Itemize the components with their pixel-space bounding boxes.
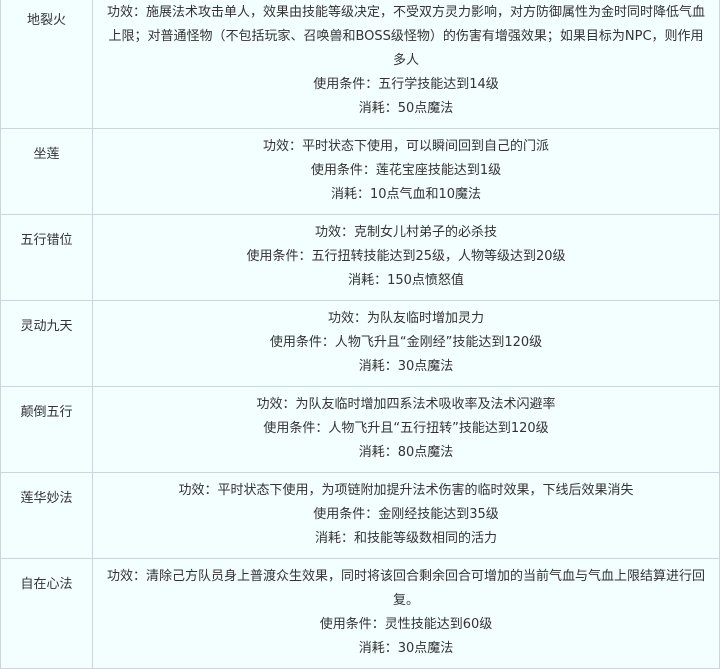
skill-effect: 功效：平时状态下使用，为项链附加提升法术伤害的临时效果，下线后效果消失 (178, 483, 634, 498)
table-row: 坐莲 功效：平时状态下使用，可以瞬间回到自己的门派 使用条件：莲花宝座技能达到1… (0, 128, 720, 215)
skill-description: 功效：平时状态下使用，为项链附加提升法术伤害的临时效果，下线后效果消失 使用条件… (92, 472, 720, 559)
skill-name: 自在心法 (0, 558, 93, 669)
skill-cost: 消耗：80点魔法 (358, 445, 454, 460)
skill-table: 地裂火 功效：施展法术攻击单人，效果由技能等级决定，不受双方灵力影响，对方防御属… (0, 0, 720, 669)
skill-condition: 使用条件：五行扭转技能达到25级，人物等级达到20级 (246, 249, 566, 264)
skill-condition: 使用条件：五行学技能达到14级 (313, 77, 499, 92)
skill-name: 颠倒五行 (0, 386, 93, 473)
skill-description: 功效：克制女儿村弟子的必杀技 使用条件：五行扭转技能达到25级，人物等级达到20… (92, 214, 720, 301)
table-row: 自在心法 功效：清除己方队员身上普渡众生效果，同时将该回合剩余回合可增加的当前气… (0, 558, 720, 669)
skill-condition: 使用条件：灵性技能达到60级 (319, 617, 493, 632)
table-row: 莲华妙法 功效：平时状态下使用，为项链附加提升法术伤害的临时效果，下线后效果消失… (0, 472, 720, 559)
skill-name: 地裂火 (0, 0, 93, 129)
skill-condition: 使用条件：莲花宝座技能达到1级 (310, 163, 502, 178)
skill-effect: 功效：施展法术攻击单人，效果由技能等级决定，不受双方灵力影响，对方防御属性为金时… (106, 5, 705, 68)
table-row: 灵动九天 功效：为队友临时增加灵力 使用条件：人物飞升且“金刚经”技能达到120… (0, 300, 720, 387)
skill-cost: 消耗：和技能等级数相同的活力 (314, 531, 497, 546)
skill-name: 坐莲 (0, 128, 93, 215)
skill-effect: 功效：为队友临时增加四系法术吸收率及法术闪避率 (256, 397, 556, 412)
skill-cost: 消耗：50点魔法 (358, 101, 454, 116)
table-row: 五行错位 功效：克制女儿村弟子的必杀技 使用条件：五行扭转技能达到25级，人物等… (0, 214, 720, 301)
skill-cost: 消耗：150点愤怒值 (348, 273, 464, 288)
skill-cost: 消耗：30点魔法 (358, 359, 454, 374)
skill-description: 功效：平时状态下使用，可以瞬间回到自己的门派 使用条件：莲花宝座技能达到1级 消… (92, 128, 720, 215)
skill-cost: 消耗：10点气血和10魔法 (330, 187, 482, 202)
table-row: 地裂火 功效：施展法术攻击单人，效果由技能等级决定，不受双方灵力影响，对方防御属… (0, 0, 720, 129)
skill-condition: 使用条件：金刚经技能达到35级 (313, 507, 499, 522)
skill-effect: 功效：克制女儿村弟子的必杀技 (314, 225, 497, 240)
skill-name: 灵动九天 (0, 300, 93, 387)
skill-description: 功效：施展法术攻击单人，效果由技能等级决定，不受双方灵力影响，对方防御属性为金时… (92, 0, 720, 129)
skill-cost: 消耗：30点魔法 (358, 641, 454, 656)
skill-effect: 功效：平时状态下使用，可以瞬间回到自己的门派 (262, 139, 549, 154)
skill-condition: 使用条件：人物飞升且“金刚经”技能达到120级 (269, 335, 543, 350)
skill-description: 功效：为队友临时增加灵力 使用条件：人物飞升且“金刚经”技能达到120级 消耗：… (92, 300, 720, 387)
table-row: 颠倒五行 功效：为队友临时增加四系法术吸收率及法术闪避率 使用条件：人物飞升且“… (0, 386, 720, 473)
skill-name: 五行错位 (0, 214, 93, 301)
skill-effect: 功效：清除己方队员身上普渡众生效果，同时将该回合剩余回合可增加的当前气血与气血上… (106, 569, 705, 608)
skill-condition: 使用条件：人物飞升且“五行扭转”技能达到120级 (263, 421, 549, 436)
skill-name: 莲华妙法 (0, 472, 93, 559)
skill-description: 功效：清除己方队员身上普渡众生效果，同时将该回合剩余回合可增加的当前气血与气血上… (92, 558, 720, 669)
skill-effect: 功效：为队友临时增加灵力 (327, 311, 484, 326)
skill-description: 功效：为队友临时增加四系法术吸收率及法术闪避率 使用条件：人物飞升且“五行扭转”… (92, 386, 720, 473)
